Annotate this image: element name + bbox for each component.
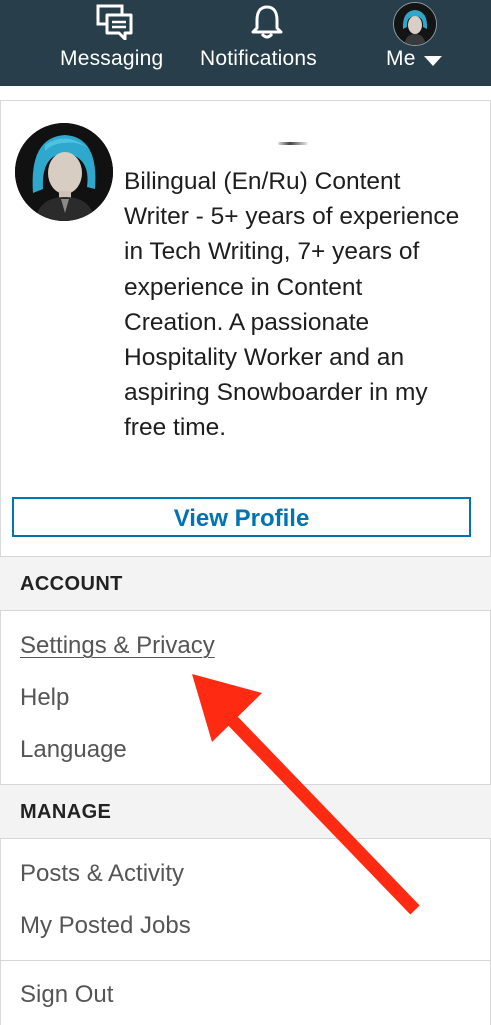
avatar — [393, 2, 437, 46]
divider — [0, 610, 491, 611]
manage-section-title: MANAGE — [20, 801, 112, 823]
profile-avatar[interactable] — [15, 123, 113, 221]
divider — [0, 960, 491, 961]
messaging-label: Messaging — [60, 47, 164, 70]
divider — [0, 838, 491, 839]
view-profile-button[interactable]: View Profile — [12, 497, 471, 537]
posts-activity-link[interactable]: Posts & Activity — [20, 860, 184, 888]
messaging-icon — [96, 4, 133, 40]
avatar-photo — [394, 3, 436, 45]
manage-section-header: MANAGE — [0, 785, 491, 838]
help-link[interactable]: Help — [20, 684, 69, 712]
account-section-header: ACCOUNT — [0, 557, 491, 610]
nav-messaging[interactable]: Messaging — [58, 0, 178, 86]
sign-out-link[interactable]: Sign Out — [20, 981, 113, 1009]
bell-icon — [251, 5, 283, 39]
profile-name-redacted — [278, 142, 308, 145]
notifications-label: Notifications — [200, 47, 317, 70]
profile-headline: Bilingual (En/Ru) Content Writer - 5+ ye… — [124, 168, 460, 442]
my-posted-jobs-link[interactable]: My Posted Jobs — [20, 912, 191, 940]
account-section-title: ACCOUNT — [20, 573, 123, 595]
me-label: Me — [386, 47, 416, 70]
settings-privacy-link[interactable]: Settings & Privacy — [20, 632, 215, 660]
top-nav-bar: Messaging Notifications Me — [0, 0, 491, 86]
language-link[interactable]: Language — [20, 736, 127, 764]
nav-me[interactable]: Me — [380, 0, 450, 86]
chevron-down-icon — [424, 56, 442, 66]
nav-notifications[interactable]: Notifications — [198, 0, 336, 86]
profile-photo — [15, 123, 113, 221]
